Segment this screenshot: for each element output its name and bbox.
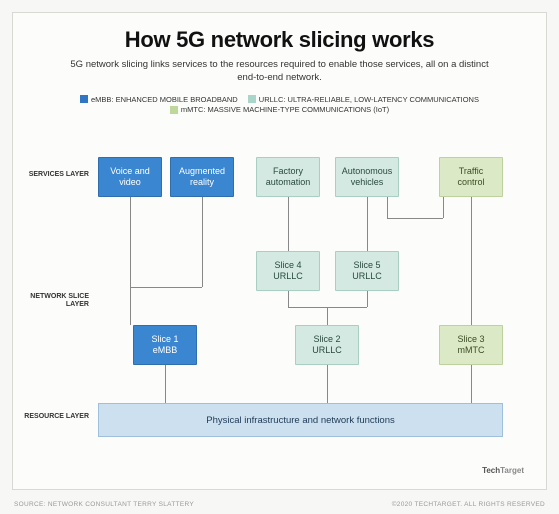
diagram-frame: How 5G network slicing works 5G network …: [12, 12, 547, 490]
slice-4: Slice 4URLLC: [256, 251, 320, 291]
box-label: Slice 3mMTC: [457, 334, 484, 356]
connector: [130, 287, 202, 288]
techtarget-logo: TechTarget: [482, 466, 524, 475]
connector: [471, 365, 472, 403]
connector: [471, 197, 472, 325]
slice-3: Slice 3mMTC: [439, 325, 503, 365]
slice-1: Slice 1eMBB: [133, 325, 197, 365]
swatch-icon: [80, 95, 88, 103]
slice-2: Slice 2URLLC: [295, 325, 359, 365]
legend-embb: eMBB: ENHANCED MOBILE BROADBAND: [80, 95, 238, 104]
diagram-canvas: How 5G network slicing works 5G network …: [0, 0, 559, 514]
label-resource-layer: RESOURCE LAYER: [13, 413, 89, 421]
connector: [387, 197, 388, 218]
legend-label: mMTC: MASSIVE MACHINE-TYPE COMMUNICATION…: [181, 105, 389, 114]
service-voice-video: Voice and video: [98, 157, 162, 197]
connector: [165, 365, 166, 403]
label-slice-layer: NETWORK SLICE LAYER: [13, 293, 89, 309]
slice-5: Slice 5URLLC: [335, 251, 399, 291]
box-label: Voice and video: [103, 166, 157, 188]
connector: [288, 197, 289, 251]
swatch-icon: [170, 106, 178, 114]
service-factory-automation: Factory automation: [256, 157, 320, 197]
box-label: Slice 5URLLC: [352, 260, 382, 282]
connector: [367, 291, 368, 307]
box-label: Autonomous vehicles: [340, 166, 394, 188]
legend-label: URLLC: ULTRA-RELIABLE, LOW-LATENCY COMMU…: [259, 95, 479, 104]
box-label: Factory automation: [261, 166, 315, 188]
label-services-layer: SERVICES LAYER: [13, 171, 89, 179]
connector: [202, 197, 203, 287]
service-augmented-reality: Augmented reality: [170, 157, 234, 197]
connector: [367, 197, 368, 251]
resource-layer-box: Physical infrastructure and network func…: [98, 403, 503, 437]
connector: [387, 218, 443, 219]
diagram-title: How 5G network slicing works: [13, 27, 546, 53]
box-label: Augmented reality: [175, 166, 229, 188]
footer-copyright: ©2020 TECHTARGET. ALL RIGHTS RESERVED: [392, 501, 545, 508]
connector: [327, 365, 328, 403]
box-label: Physical infrastructure and network func…: [206, 415, 395, 426]
footer-source: SOURCE: NETWORK CONSULTANT TERRY SLATTER…: [14, 501, 194, 508]
box-label: Traffic control: [444, 166, 498, 188]
legend-mmtc: mMTC: MASSIVE MACHINE-TYPE COMMUNICATION…: [170, 105, 389, 114]
box-label: Slice 2URLLC: [312, 334, 342, 356]
connector: [327, 307, 328, 325]
service-traffic-control: Traffic control: [439, 157, 503, 197]
connector: [443, 197, 444, 218]
box-label: Slice 1eMBB: [151, 334, 178, 356]
legend-urllc: URLLC: ULTRA-RELIABLE, LOW-LATENCY COMMU…: [248, 95, 479, 104]
connector: [130, 197, 131, 325]
service-autonomous-vehicles: Autonomous vehicles: [335, 157, 399, 197]
box-label: Slice 4URLLC: [273, 260, 303, 282]
diagram-subtitle: 5G network slicing links services to the…: [70, 59, 490, 85]
swatch-icon: [248, 95, 256, 103]
connector: [288, 291, 289, 307]
legend-label: eMBB: ENHANCED MOBILE BROADBAND: [91, 95, 238, 104]
legend: eMBB: ENHANCED MOBILE BROADBAND URLLC: U…: [13, 95, 546, 116]
